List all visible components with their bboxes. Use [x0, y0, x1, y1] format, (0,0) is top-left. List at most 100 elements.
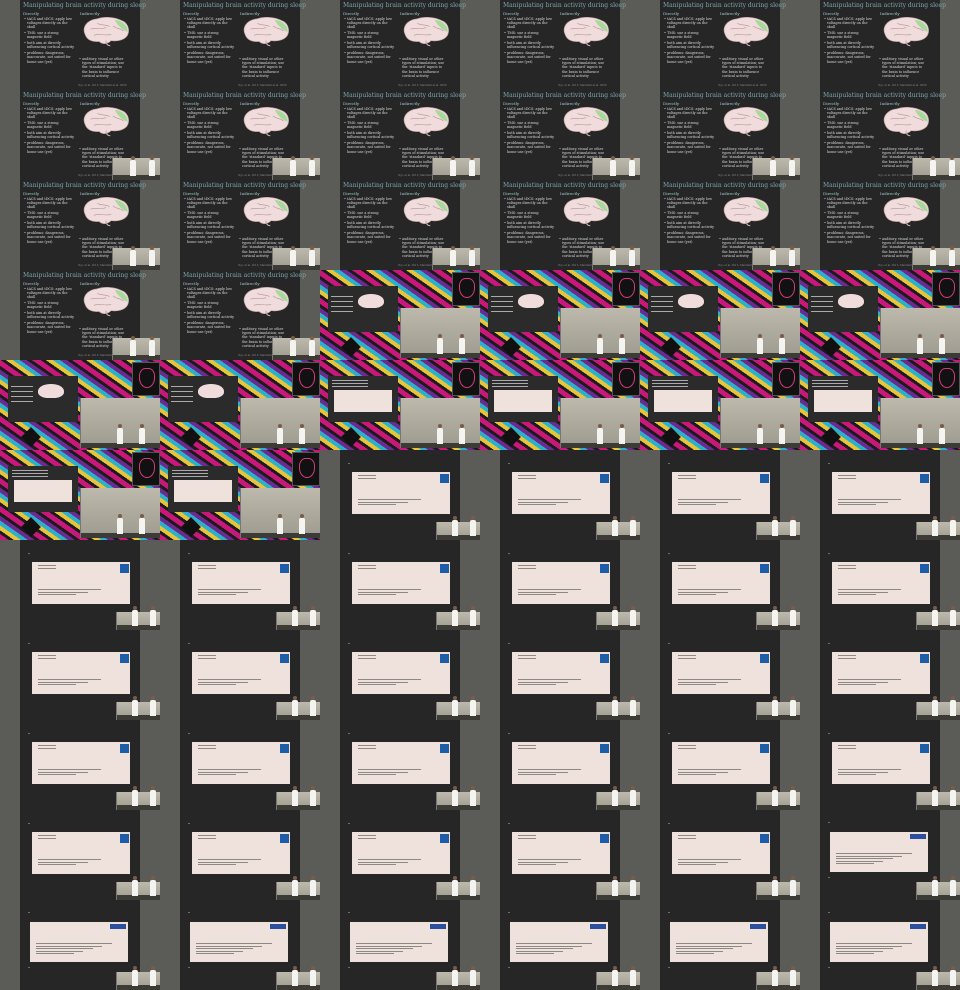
presenter-head	[791, 516, 795, 520]
author-line	[678, 684, 716, 685]
brain-icon	[563, 197, 609, 227]
presenter-figure	[618, 428, 625, 444]
paper-screenshot	[32, 562, 130, 604]
frame-thumbnail	[800, 360, 960, 450]
journal-badge	[120, 744, 129, 753]
bullet: •	[508, 732, 510, 736]
author-line	[38, 769, 101, 770]
presenter-figure	[452, 700, 459, 716]
bullet: • both aim at directly influencing corti…	[824, 41, 875, 50]
presenter-figure	[289, 250, 296, 266]
projected-slide	[488, 286, 558, 332]
camera-inset	[116, 966, 160, 990]
header-line	[838, 747, 856, 749]
paper-authors	[518, 859, 588, 867]
header-line	[518, 655, 536, 656]
camera-inset	[560, 398, 640, 448]
presenter-figure	[778, 338, 785, 354]
journal-badge	[280, 834, 289, 843]
bullet: • both aim at directly influencing corti…	[344, 41, 395, 50]
presenter-figure	[470, 610, 476, 626]
presenter-figure	[470, 880, 476, 896]
stage-diamond	[341, 337, 361, 357]
author-line	[516, 953, 554, 954]
presenter-figure	[612, 700, 619, 716]
brain-icon	[243, 197, 289, 227]
presenter-head	[950, 156, 954, 160]
column-heading-directly: Directly	[503, 101, 520, 106]
slide-footer: Ngo et al. 2013, Marshall et al. 2006	[878, 84, 927, 87]
header-line	[38, 835, 56, 836]
camera-inset	[436, 876, 480, 900]
presenter-head	[631, 876, 635, 880]
ribcage-logo-icon	[452, 362, 480, 396]
author-line	[38, 859, 101, 860]
presenter-figure	[938, 428, 945, 444]
brain-icon	[883, 107, 929, 137]
bullet-list-right: • auditory, visual or other types of sti…	[238, 57, 288, 80]
presenter-figure	[789, 160, 795, 176]
header-line	[838, 567, 856, 569]
presenter-figure	[938, 338, 945, 354]
frame-thumbnail: Manipulating brain activity during sleep…	[0, 0, 160, 90]
brain-icon	[243, 17, 289, 47]
bullet-list-left: • tACS and tDCS: apply low voltages dire…	[23, 287, 75, 335]
stage-diamond	[501, 427, 521, 447]
frame-thumbnail: •	[640, 540, 800, 630]
column-heading-directly: Directly	[343, 191, 360, 196]
presenter-head	[471, 606, 475, 610]
bullet: • problems: dangerous, inaccurate, not s…	[344, 51, 391, 64]
ribcage-shape	[299, 458, 315, 478]
bullet: • TMS: use a strong magnetic field	[664, 121, 699, 130]
camera-inset	[276, 606, 320, 630]
presenter-figure	[292, 610, 299, 626]
author-line	[678, 501, 729, 503]
brain-icon	[403, 107, 449, 137]
camera-inset	[756, 696, 800, 720]
bullet: • problems: dangerous, inaccurate, not s…	[664, 51, 711, 64]
presenter-head	[151, 786, 155, 790]
camera-inset	[752, 156, 800, 180]
presenter-head	[918, 424, 922, 428]
column-heading-directly: Directly	[503, 11, 520, 16]
header-line	[358, 835, 376, 836]
slide-text-line	[171, 401, 193, 402]
bullet: • tACS and tDCS: apply low voltages dire…	[24, 197, 73, 210]
projected-slide	[168, 466, 238, 512]
frame-thumbnail	[320, 270, 480, 360]
presenter-head	[470, 156, 474, 160]
camera-inset	[916, 876, 960, 900]
slide-text-line	[331, 296, 353, 297]
presenter-figure	[150, 610, 156, 626]
author-line	[518, 684, 556, 685]
journal-badge	[760, 744, 769, 753]
column-heading-directly: Directly	[183, 101, 200, 106]
author-line	[518, 859, 581, 860]
header-line	[678, 567, 696, 569]
author-line	[196, 950, 244, 952]
author-line	[838, 684, 876, 685]
author-line	[358, 769, 421, 770]
brain-icon	[38, 384, 64, 398]
presenter-figure	[612, 880, 619, 896]
presenter-head	[450, 156, 455, 160]
brain-icon	[403, 197, 449, 227]
header-line	[358, 567, 376, 569]
paper-header	[38, 655, 56, 660]
frame-thumbnail: Manipulating brain activity during sleep…	[800, 90, 960, 180]
bullet: •	[508, 911, 510, 915]
bullet-list-left: • tACS and tDCS: apply low voltages dire…	[183, 107, 235, 155]
paper-screenshot	[192, 742, 290, 784]
author-line	[836, 943, 912, 944]
author-line	[678, 594, 716, 595]
thumbnail-sheet: Manipulating brain activity during sleep…	[0, 0, 960, 990]
paper-authors	[198, 679, 268, 687]
presenter-head	[471, 696, 475, 700]
author-line	[198, 864, 236, 865]
journal-badge	[440, 834, 449, 843]
presenter-head	[118, 424, 122, 428]
paper-header	[38, 745, 56, 750]
slide-title: Manipulating brain activity during sleep	[23, 92, 146, 99]
ribcage-shape	[779, 368, 795, 388]
paper-header	[678, 565, 696, 570]
